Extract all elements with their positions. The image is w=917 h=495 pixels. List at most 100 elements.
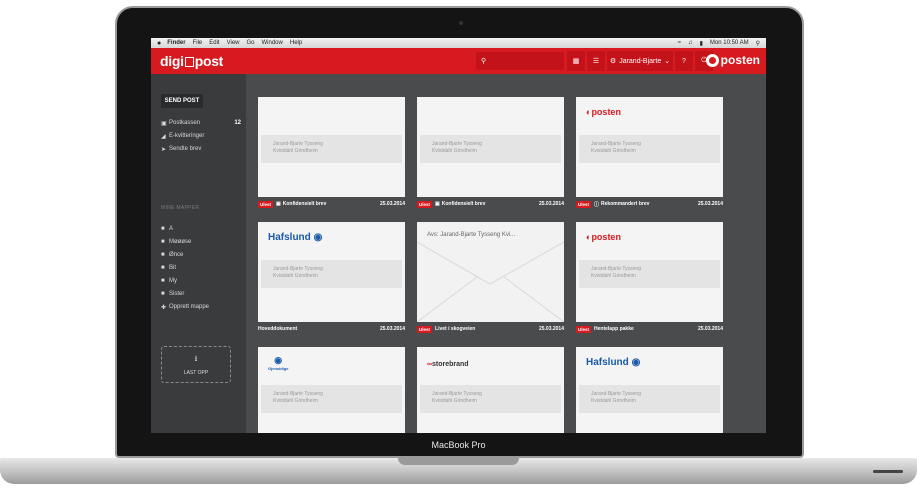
info-icon: ⓘ xyxy=(594,201,600,208)
letter-card[interactable]: ◐posten Jarand-Bjarte Tysseng Kvistdahl G… xyxy=(576,97,723,209)
chevron-down-icon: ⌄ xyxy=(664,58,671,65)
sidebar-item-postkassen[interactable]: ▣ Postkassen 12 xyxy=(161,118,241,128)
posten-logo-icon xyxy=(705,53,719,67)
menu-edit[interactable]: Edit xyxy=(209,40,219,46)
sender-brand: posten xyxy=(591,232,621,242)
folder-bit[interactable]: ■ Bit xyxy=(161,263,241,273)
user-menu-button[interactable]: ⚙ Jarand-Bjarte ⌄ xyxy=(607,51,673,71)
address-box: Jarand-Bjarte Tysseng Kvistdahl Grindheim xyxy=(261,260,402,288)
address-box: Jarand-Bjarte Tysseng Kvistdahl Grindheim xyxy=(420,135,561,163)
address-line: Kvistdahl Grindheim xyxy=(591,398,636,404)
letter-thumbnail: ∞storebrand Jarand-Bjarte Tysseng Kvistda… xyxy=(417,347,564,433)
menu-view[interactable]: View xyxy=(227,40,240,46)
letter-date: 25.03.2014 xyxy=(697,201,723,207)
address-box: Jarand-Bjarte Tysseng Kvistdahl Grindheim xyxy=(261,135,402,163)
address-line: Kvistdahl Grindheim xyxy=(273,273,318,279)
list-view-button[interactable]: ☰ xyxy=(587,51,605,71)
menu-go[interactable]: Go xyxy=(247,40,255,46)
letter-meta: Ulest Livet i skogveien 25.03.2014 xyxy=(417,324,564,334)
upload-dropzone[interactable]: ⭳ LAST OPP xyxy=(161,346,231,383)
laptop-vent xyxy=(873,470,903,473)
letter-title: Konfidensielt brev xyxy=(282,201,327,207)
letter-thumbnail: Jarand-Bjarte Tysseng Kvistdahl Grindheim xyxy=(417,97,564,197)
send-post-button[interactable]: SEND POST xyxy=(161,94,203,108)
spotlight-icon[interactable]: ⚲ xyxy=(756,40,760,47)
logo-box-icon xyxy=(184,57,194,67)
battery-icon[interactable]: ▮ xyxy=(700,40,703,47)
menu-window[interactable]: Window xyxy=(262,40,283,46)
storebrand-logo: ∞storebrand xyxy=(427,361,469,368)
letter-card[interactable]: ◉ Gjensidige Jarand-Bjarte Tysseng Kvistda… xyxy=(258,347,405,433)
folder-label: Møøøse xyxy=(169,239,192,245)
folder-my[interactable]: ■ My xyxy=(161,276,241,286)
search-input[interactable]: ⚲ xyxy=(476,52,564,70)
plus-icon: ✚ xyxy=(161,304,167,311)
posten-logo: ◐posten xyxy=(586,107,621,117)
list-icon: ☰ xyxy=(592,58,600,65)
wifi-icon[interactable]: ≈ xyxy=(678,40,681,46)
address-line: Kvistdahl Grindheim xyxy=(273,398,318,404)
unread-badge: Ulest xyxy=(417,325,433,333)
envelope-sender: Avs: Jarand-Bjarte Tysseng Kvi... xyxy=(427,232,516,238)
sidebar-item-e-kvitteringer[interactable]: ◢ E-kvitteringer xyxy=(161,131,241,141)
sidebar-item-sendte-brev[interactable]: ➤ Sendte brev xyxy=(161,144,241,154)
tag-icon: ◢ xyxy=(161,133,166,140)
apple-icon[interactable]: ● xyxy=(157,40,161,47)
lock-icon: ▣ xyxy=(435,201,440,207)
letter-date: 25.03.2014 xyxy=(697,326,723,332)
help-button[interactable]: ? xyxy=(675,51,693,71)
letter-card[interactable]: Avs: Jarand-Bjarte Tysseng Kvi... Ulest … xyxy=(417,222,564,334)
folder-a[interactable]: ■ A xyxy=(161,224,241,234)
address-line: Jarand-Bjarte Tysseng xyxy=(273,266,323,272)
posten-brand: posten xyxy=(705,53,760,67)
letter-title: Rekommandert brev xyxy=(601,201,650,207)
sidebar: SEND POST ▣ Postkassen 12 ◢ E-kvittering… xyxy=(151,74,246,433)
menu-file[interactable]: File xyxy=(193,40,203,46)
grid-icon: ▦ xyxy=(572,58,580,65)
letter-card[interactable]: ∞storebrand Jarand-Bjarte Tysseng Kvistda… xyxy=(417,347,564,433)
folder-sister[interactable]: ■ Sister xyxy=(161,289,241,299)
sidebar-item-label: Sendte brev xyxy=(169,146,202,152)
envelope-thumbnail: Avs: Jarand-Bjarte Tysseng Kvi... xyxy=(417,222,564,322)
grid-view-button[interactable]: ▦ xyxy=(567,51,585,71)
folder-once[interactable]: ■ Ønce xyxy=(161,250,241,260)
letter-date: 25.03.2014 xyxy=(379,201,405,207)
letter-meta: Ulest ⓘ Rekommandert brev 25.03.2014 xyxy=(576,199,723,209)
gjensidige-logo: ◉ Gjensidige xyxy=(268,355,288,371)
sender-brand: Hafslund xyxy=(268,232,311,243)
logo-text-right: post xyxy=(194,53,224,69)
laptop-notch xyxy=(398,458,519,465)
unread-count: 12 xyxy=(234,120,241,126)
letter-thumbnail: ◐posten Jarand-Bjarte Tysseng Kvistdahl G… xyxy=(576,222,723,322)
create-folder-button[interactable]: ✚ Opprett mappe xyxy=(161,302,241,312)
search-icon: ⚲ xyxy=(481,58,487,65)
folder-moose[interactable]: ■ Møøøse xyxy=(161,237,241,247)
camera xyxy=(459,21,463,25)
menu-help[interactable]: Help xyxy=(290,40,302,46)
volume-icon[interactable]: ♫ xyxy=(688,40,693,46)
inbox-icon: ▣ xyxy=(161,120,167,127)
menu-finder[interactable]: Finder xyxy=(167,40,185,46)
digipost-logo[interactable]: digi post xyxy=(160,53,223,69)
letter-card[interactable]: Jarand-Bjarte Tysseng Kvistdahl Grindheim… xyxy=(417,97,564,209)
letter-meta: Hoveddokument 25.03.2014 xyxy=(258,324,405,334)
letter-thumbnail: Hafslund ◉ Jarand-Bjarte Tysseng Kvistdah… xyxy=(576,347,723,433)
address-line: Jarand-Bjarte Tysseng xyxy=(432,391,482,397)
brand-label: posten xyxy=(720,53,760,67)
clock[interactable]: Mon 10:50 AM xyxy=(710,40,749,46)
folder-icon: ■ xyxy=(161,239,165,245)
letter-card[interactable]: Hafslund ◉ Jarand-Bjarte Tysseng Kvistdah… xyxy=(576,347,723,433)
letter-card[interactable]: Hafslund ◉ Jarand-Bjarte Tysseng Kvistdah… xyxy=(258,222,405,334)
letter-thumbnail: Hafslund ◉ Jarand-Bjarte Tysseng Kvistdah… xyxy=(258,222,405,322)
address-line: Jarand-Bjarte Tysseng xyxy=(273,391,323,397)
address-box: Jarand-Bjarte Tysseng Kvistdahl Grindheim xyxy=(579,385,720,413)
address-line: Kvistdahl Grindheim xyxy=(591,148,636,154)
letter-date: 25.03.2014 xyxy=(379,326,405,332)
address-box: Jarand-Bjarte Tysseng Kvistdahl Grindheim xyxy=(420,385,561,413)
letter-title: Hentelapp pakke xyxy=(594,326,634,332)
letter-card[interactable]: ◐posten Jarand-Bjarte Tysseng Kvistdahl G… xyxy=(576,222,723,334)
folder-icon: ■ xyxy=(161,226,165,232)
address-line: Kvistdahl Grindheim xyxy=(591,273,636,279)
letter-card[interactable]: Jarand-Bjarte Tysseng Kvistdahl Grindheim… xyxy=(258,97,405,209)
unread-badge: Ulest xyxy=(258,200,274,208)
